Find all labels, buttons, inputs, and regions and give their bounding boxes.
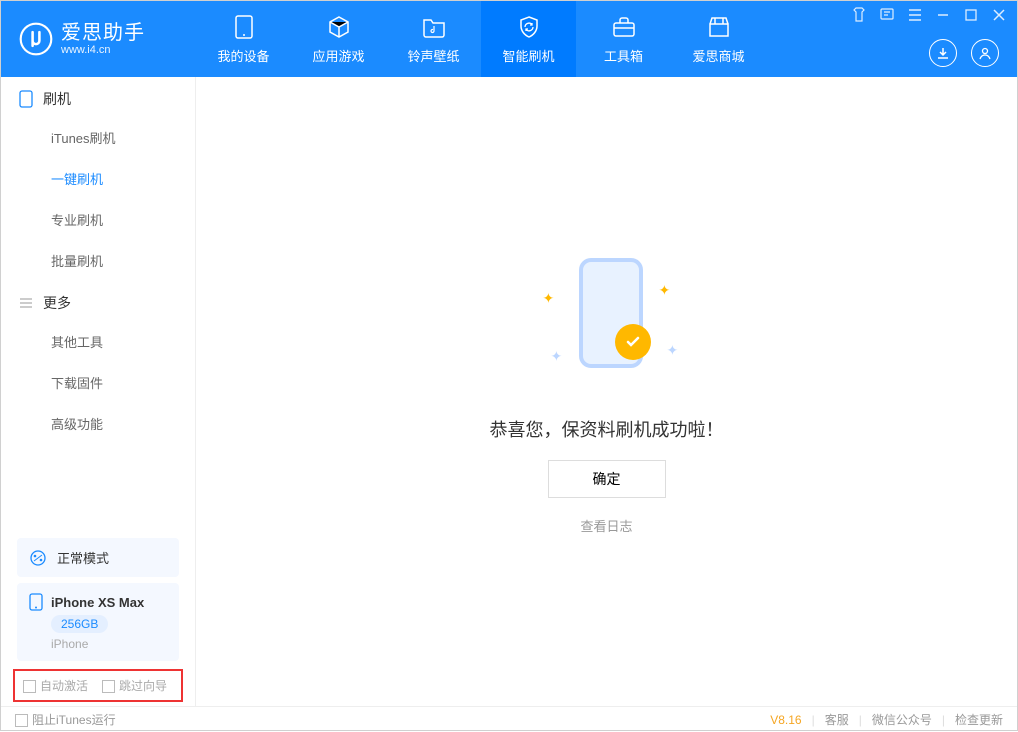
device-name-text: iPhone XS Max <box>51 595 144 610</box>
phone-icon <box>19 90 33 108</box>
device-icon <box>231 14 257 40</box>
success-message: 恭喜您，保资料刷机成功啦！ <box>490 416 724 442</box>
sparkle-icon: ✦ <box>659 282 669 292</box>
tab-label: 铃声壁纸 <box>407 46 459 65</box>
tab-ringtone[interactable]: 铃声壁纸 <box>386 1 481 77</box>
app-logo-icon <box>19 22 53 56</box>
check-update-link[interactable]: 检查更新 <box>955 711 1003 728</box>
section-title-text: 刷机 <box>43 89 71 109</box>
device-type: iPhone <box>51 637 88 651</box>
sidebar-section-flash: 刷机 <box>1 77 195 117</box>
music-folder-icon <box>421 14 447 40</box>
wechat-link[interactable]: 微信公众号 <box>872 711 932 728</box>
sidebar-item-pro-flash[interactable]: 专业刷机 <box>1 199 195 240</box>
app-header: 爱思助手 www.i4.cn 我的设备 应用游戏 铃声壁纸 智能刷机 工具箱 爱… <box>1 1 1017 77</box>
checkbox-label: 跳过向导 <box>119 679 167 693</box>
sparkle-icon: ✦ <box>543 290 553 300</box>
menu-icon[interactable] <box>907 7 923 23</box>
tab-store[interactable]: 爱思商城 <box>671 1 766 77</box>
checkbox-icon <box>102 680 115 693</box>
sparkle-icon: ✦ <box>667 342 677 352</box>
mode-icon <box>29 549 47 567</box>
device-info-box[interactable]: iPhone XS Max 256GB iPhone <box>17 583 179 661</box>
checkbox-label: 自动激活 <box>40 679 88 693</box>
tshirt-icon[interactable] <box>851 7 867 23</box>
app-title: 爱思助手 <box>61 22 145 44</box>
tab-label: 工具箱 <box>604 46 643 65</box>
tab-label: 智能刷机 <box>502 46 554 65</box>
device-phone-icon <box>29 593 43 611</box>
sidebar-item-advanced[interactable]: 高级功能 <box>1 403 195 444</box>
device-storage: 256GB <box>51 615 108 633</box>
section-title-text: 更多 <box>43 293 71 313</box>
sidebar-item-itunes-flash[interactable]: iTunes刷机 <box>1 117 195 158</box>
minimize-icon[interactable] <box>935 7 951 23</box>
checkbox-skip-guide[interactable]: 跳过向导 <box>102 677 167 694</box>
tab-label: 我的设备 <box>217 46 269 65</box>
sidebar-section-more: 更多 <box>1 281 195 321</box>
divider: | <box>942 713 945 727</box>
main-tabs: 我的设备 应用游戏 铃声壁纸 智能刷机 工具箱 爱思商城 <box>196 1 766 77</box>
feedback-icon[interactable] <box>879 7 895 23</box>
divider: | <box>812 713 815 727</box>
status-bar: 阻止iTunes运行 V8.16 | 客服 | 微信公众号 | 检查更新 <box>1 706 1017 732</box>
sparkle-icon: ✦ <box>551 348 561 358</box>
version-label: V8.16 <box>770 713 801 727</box>
sidebar-item-batch-flash[interactable]: 批量刷机 <box>1 240 195 281</box>
window-controls <box>851 7 1007 23</box>
app-subtitle: www.i4.cn <box>61 44 145 56</box>
checkbox-icon <box>23 680 36 693</box>
header-right-buttons <box>929 39 999 67</box>
close-icon[interactable] <box>991 7 1007 23</box>
checkbox-icon <box>15 714 28 727</box>
logo-area: 爱思助手 www.i4.cn <box>1 1 196 77</box>
user-button[interactable] <box>971 39 999 67</box>
tab-my-device[interactable]: 我的设备 <box>196 1 291 77</box>
sidebar-item-download-firmware[interactable]: 下载固件 <box>1 362 195 403</box>
maximize-icon[interactable] <box>963 7 979 23</box>
main-content: ✦ ✦ ✦ ✦ 恭喜您，保资料刷机成功啦！ 确定 查看日志 <box>196 77 1017 706</box>
view-log-link[interactable]: 查看日志 <box>580 516 632 535</box>
support-link[interactable]: 客服 <box>825 711 849 728</box>
sidebar-item-other-tools[interactable]: 其他工具 <box>1 321 195 362</box>
success-illustration: ✦ ✦ ✦ ✦ <box>507 248 707 388</box>
tab-smart-flash[interactable]: 智能刷机 <box>481 1 576 77</box>
mode-label: 正常模式 <box>57 548 109 567</box>
tab-label: 爱思商城 <box>692 46 744 65</box>
tab-label: 应用游戏 <box>312 46 364 65</box>
sidebar-item-onekey-flash[interactable]: 一键刷机 <box>1 158 195 199</box>
tab-apps[interactable]: 应用游戏 <box>291 1 386 77</box>
more-icon <box>19 296 33 310</box>
tab-toolbox[interactable]: 工具箱 <box>576 1 671 77</box>
sidebar: 刷机 iTunes刷机 一键刷机 专业刷机 批量刷机 更多 其他工具 下载固件 … <box>1 77 196 706</box>
check-badge-icon <box>615 324 651 360</box>
toolbox-icon <box>611 14 637 40</box>
checkbox-block-itunes[interactable]: 阻止iTunes运行 <box>15 711 116 728</box>
checkbox-highlight-row: 自动激活 跳过向导 <box>13 669 183 702</box>
checkbox-label: 阻止iTunes运行 <box>32 713 116 727</box>
shield-refresh-icon <box>516 14 542 40</box>
download-button[interactable] <box>929 39 957 67</box>
checkbox-auto-activate[interactable]: 自动激活 <box>23 677 88 694</box>
device-mode-box[interactable]: 正常模式 <box>17 538 179 577</box>
cube-icon <box>326 14 352 40</box>
store-icon <box>706 14 732 40</box>
divider: | <box>859 713 862 727</box>
ok-button[interactable]: 确定 <box>548 460 666 498</box>
